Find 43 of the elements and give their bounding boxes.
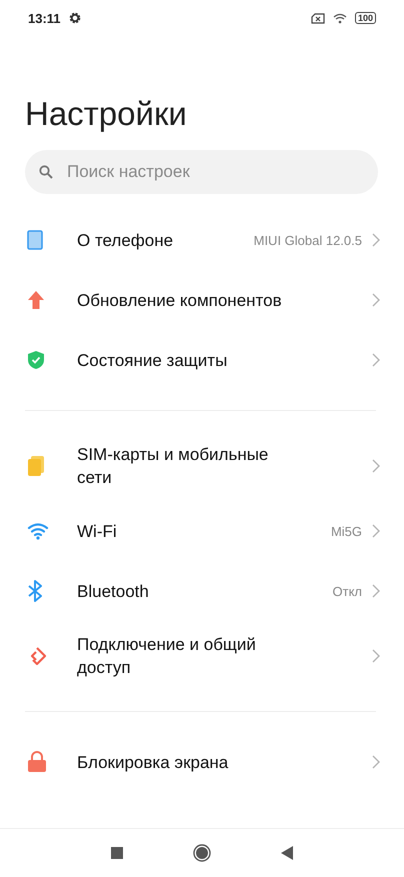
- wifi-signal-icon: [332, 12, 347, 24]
- chevron-right-icon: [372, 459, 380, 473]
- settings-item[interactable]: Подключение и общий доступ: [0, 621, 404, 691]
- sim-card-icon: [27, 455, 45, 477]
- page-title: Настройки: [25, 94, 188, 134]
- chevron-right-icon: [372, 353, 380, 367]
- arrow-up-icon: [27, 290, 45, 310]
- shield-icon: [27, 350, 45, 370]
- settings-item[interactable]: Состояние защиты: [0, 330, 404, 390]
- item-label: О телефоне: [77, 230, 174, 252]
- chevron-right-icon: [372, 755, 380, 769]
- lock-icon: [27, 751, 47, 773]
- item-label: Wi-Fi: [77, 520, 117, 542]
- item-label: Обновление компонентов: [77, 290, 282, 312]
- item-label: SIM-карты и мобильные сети: [77, 444, 270, 489]
- item-label: Состояние защиты: [77, 350, 228, 372]
- back-button[interactable]: [281, 846, 293, 860]
- battery-indicator: 100: [354, 12, 376, 24]
- chevron-right-icon: [372, 293, 380, 307]
- settings-icon: [68, 12, 81, 24]
- no-sim-icon: [310, 12, 325, 24]
- status-time: 13:11: [28, 10, 61, 26]
- phone-icon: [27, 230, 43, 250]
- item-label: Bluetooth: [77, 580, 149, 602]
- wifi-icon: [27, 522, 49, 540]
- settings-item[interactable]: Bluetooth Откл: [0, 561, 404, 621]
- item-label: Блокировка экрана: [77, 752, 228, 774]
- bluetooth-icon: [27, 580, 43, 602]
- chevron-right-icon: [372, 524, 380, 538]
- settings-item[interactable]: Wi-Fi Mi5G: [0, 501, 404, 561]
- chevron-right-icon: [372, 649, 380, 663]
- item-value: Mi5G: [330, 524, 362, 538]
- chevron-right-icon: [372, 584, 380, 598]
- search-field[interactable]: Поиск настроек: [25, 150, 378, 194]
- settings-item[interactable]: SIM-карты и мобильные сети: [0, 431, 404, 501]
- item-label: Подключение и общий доступ: [77, 634, 257, 679]
- settings-item[interactable]: Блокировка экрана: [0, 732, 404, 792]
- settings-item[interactable]: О телефоне MIUI Global 12.0.5: [0, 210, 404, 270]
- item-value: Откл: [332, 584, 362, 598]
- settings-item[interactable]: Обновление компонентов: [0, 270, 404, 330]
- chevron-right-icon: [372, 233, 380, 247]
- home-button[interactable]: [193, 844, 211, 862]
- item-value: MIUI Global 12.0.5: [254, 232, 362, 248]
